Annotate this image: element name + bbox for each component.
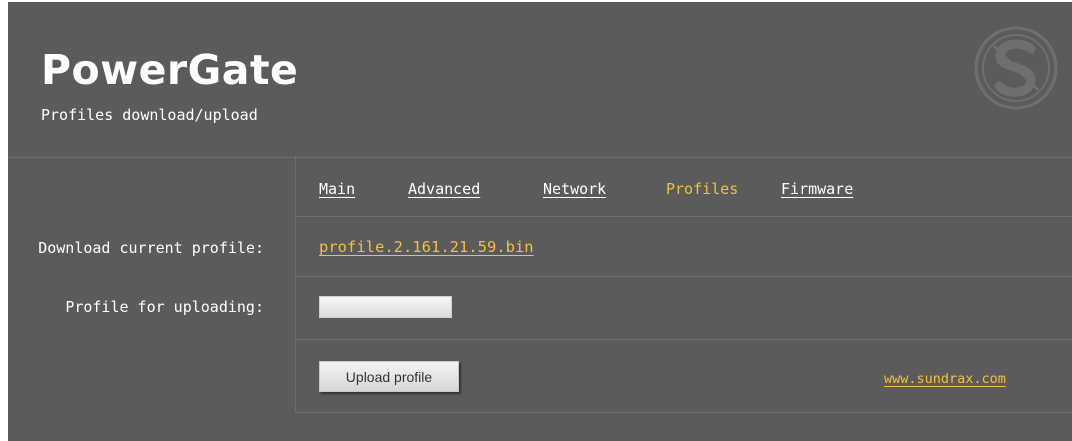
divider xyxy=(295,276,1072,277)
tab-network[interactable]: Network xyxy=(543,180,606,198)
tab-main[interactable]: Main xyxy=(319,180,355,198)
header: PowerGate Profiles download/upload xyxy=(8,2,1072,158)
tab-profiles[interactable]: Profiles xyxy=(666,180,738,198)
page-subtitle: Profiles download/upload xyxy=(41,106,258,124)
upload-profile-button[interactable]: Upload profile xyxy=(319,361,459,392)
tab-advanced[interactable]: Advanced xyxy=(408,180,480,198)
upload-label: Profile for uploading: xyxy=(65,298,264,316)
divider xyxy=(295,339,1072,340)
sundrax-website-link[interactable]: www.sundrax.com xyxy=(884,371,1006,387)
sundrax-logo-icon xyxy=(974,26,1058,110)
download-label: Download current profile: xyxy=(38,239,264,257)
profile-file-input[interactable] xyxy=(319,296,452,318)
brand-title: PowerGate xyxy=(41,46,299,94)
tab-firmware[interactable]: Firmware xyxy=(781,180,853,198)
profile-download-link[interactable]: profile.2.161.21.59.bin xyxy=(319,238,534,256)
divider xyxy=(295,216,1072,217)
